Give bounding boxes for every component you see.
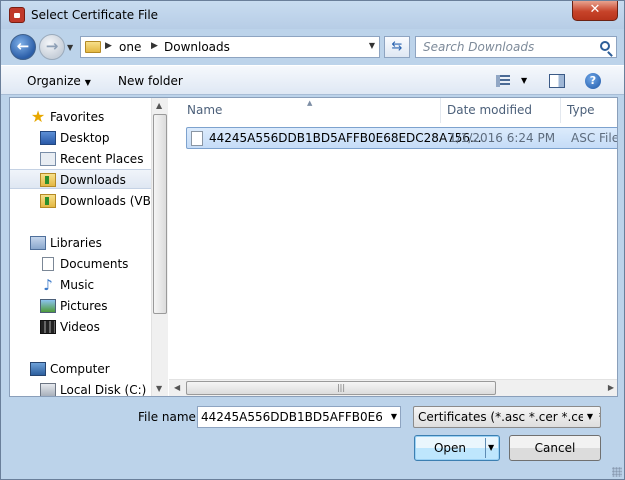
documents-icon: [42, 257, 54, 271]
nav-documents[interactable]: Documents: [10, 254, 151, 274]
resize-grip[interactable]: [612, 467, 622, 477]
nav-recent-places[interactable]: Recent Places: [10, 149, 151, 169]
chevron-down-icon[interactable]: ▼: [488, 436, 494, 460]
file-list: ▲ Name Date modified Type 44245A556DDB1BD…: [169, 98, 618, 396]
navigation-bar: ← → ▼ ▶ one ▶ Downloads ▼ ⇆: [1, 31, 624, 63]
sort-up-icon: ▲: [307, 99, 313, 107]
search-icon[interactable]: [600, 41, 610, 51]
title-bar[interactable]: Select Certificate File ✕: [1, 1, 624, 29]
nav-favorites-label: Favorites: [50, 110, 105, 124]
file-date: 1/1/2016 6:24 PM: [449, 131, 556, 145]
pictures-icon: [40, 299, 56, 313]
open-button-label: Open: [433, 441, 467, 455]
star-icon: ★: [30, 107, 46, 126]
chevron-down-icon: ▼: [84, 78, 91, 87]
file-name-field[interactable]: [198, 407, 382, 427]
breadcrumb-separator-icon[interactable]: ▶: [151, 41, 158, 51]
chevron-down-icon[interactable]: ▼: [369, 41, 375, 50]
file-icon: [191, 131, 203, 146]
nav-pictures-label: Pictures: [60, 299, 108, 313]
libraries-icon: [30, 236, 46, 250]
dialog-window: Select Certificate File ✕ ← → ▼ ▶ one ▶ …: [0, 0, 625, 480]
breadcrumb-one[interactable]: one: [119, 40, 141, 54]
nav-libraries[interactable]: Libraries: [10, 233, 151, 253]
file-type: ASC File: [571, 131, 618, 145]
disk-icon: [40, 383, 56, 396]
file-name: 44245A556DDB1BD5AFFB0E68EDC28A756...: [209, 131, 482, 145]
forward-button[interactable]: →: [39, 34, 65, 60]
app-icon: [9, 7, 25, 23]
file-list-hscrollbar[interactable]: ◀ ||| ▶: [169, 379, 617, 396]
preview-pane-icon[interactable]: [549, 74, 565, 88]
computer-icon: [30, 362, 46, 376]
scroll-right-icon[interactable]: ▶: [608, 383, 614, 392]
search-input[interactable]: [416, 37, 592, 57]
folder-icon: [85, 41, 101, 53]
scroll-up-icon[interactable]: ▲: [156, 101, 162, 110]
nav-scrollbar[interactable]: ▲ ▼: [151, 98, 168, 396]
view-options-dropdown[interactable]: ▼: [521, 76, 527, 85]
help-icon[interactable]: ?: [585, 73, 601, 89]
navigation-pane: ★ Favorites Desktop Recent Places Downloa…: [10, 98, 151, 396]
scroll-down-icon[interactable]: ▼: [156, 384, 162, 393]
nav-computer-label: Computer: [50, 362, 110, 376]
file-type-filter-value: Certificates (*.asc *.cer *.cert *.c: [418, 410, 601, 424]
file-list-scroll-thumb[interactable]: |||: [186, 381, 496, 395]
nav-downloads-label: Downloads: [60, 173, 126, 187]
nav-recent-places-label: Recent Places: [60, 152, 144, 166]
chevron-down-icon[interactable]: ▼: [583, 407, 597, 427]
new-folder-button[interactable]: New folder: [118, 74, 183, 88]
organize-button[interactable]: Organize ▼: [27, 74, 91, 88]
nav-desktop-label: Desktop: [60, 131, 110, 145]
refresh-button[interactable]: ⇆: [384, 36, 410, 58]
nav-local-disk[interactable]: Local Disk (C:): [10, 380, 151, 396]
nav-music-label: Music: [60, 278, 95, 292]
open-button[interactable]: Open ▼: [414, 435, 500, 461]
file-type-filter[interactable]: Certificates (*.asc *.cer *.cert *.c ▼: [413, 406, 601, 428]
column-header-type[interactable]: Type: [561, 98, 617, 123]
nav-libraries-label: Libraries: [50, 236, 102, 250]
nav-local-disk-label: Local Disk (C:): [60, 383, 147, 396]
chevron-down-icon[interactable]: ▼: [391, 412, 397, 421]
nav-computer[interactable]: Computer: [10, 359, 151, 379]
breadcrumb-separator-icon[interactable]: ▶: [105, 41, 112, 51]
column-header-name[interactable]: ▲ Name: [169, 98, 441, 123]
nav-pictures[interactable]: Pictures: [10, 296, 151, 316]
nav-downloads-vbox[interactable]: Downloads (VBOX): [10, 191, 151, 211]
nav-desktop[interactable]: Desktop: [10, 128, 151, 148]
organize-label: Organize: [27, 74, 81, 88]
split-divider: [485, 438, 486, 458]
column-name-label: Name: [187, 103, 223, 117]
window-title: Select Certificate File: [31, 8, 159, 22]
nav-favorites[interactable]: ★ Favorites: [10, 107, 151, 127]
file-name-combo[interactable]: ▼: [197, 406, 401, 428]
downloads-folder-icon: [40, 194, 56, 208]
command-toolbar: Organize ▼ New folder ▼ ?: [1, 65, 624, 95]
desktop-icon: [40, 131, 56, 145]
search-box[interactable]: [415, 36, 617, 58]
videos-icon: [40, 320, 56, 334]
recent-locations-dropdown[interactable]: ▼: [67, 43, 73, 52]
column-header-date[interactable]: Date modified: [441, 98, 561, 123]
nav-documents-label: Documents: [60, 257, 129, 271]
address-bar[interactable]: ▶ one ▶ Downloads ▼: [80, 36, 380, 58]
downloads-folder-icon: [40, 173, 56, 187]
recent-places-icon: [40, 152, 56, 166]
music-icon: ♪: [43, 276, 53, 294]
nav-downloads[interactable]: Downloads: [10, 169, 151, 189]
cancel-button[interactable]: Cancel: [509, 435, 601, 461]
close-button[interactable]: ✕: [572, 1, 618, 21]
nav-downloads-vbox-label: Downloads (VBOX): [60, 194, 151, 208]
file-row[interactable]: 44245A556DDB1BD5AFFB0E68EDC28A756... 1/1…: [186, 127, 618, 149]
back-button[interactable]: ←: [10, 34, 36, 60]
nav-music[interactable]: ♪ Music: [10, 275, 151, 295]
change-view-icon[interactable]: [496, 75, 510, 87]
nav-scroll-thumb[interactable]: [153, 114, 167, 314]
nav-videos[interactable]: Videos: [10, 317, 151, 337]
file-name-label: File name:: [138, 410, 200, 424]
scroll-left-icon[interactable]: ◀: [174, 383, 180, 392]
nav-videos-label: Videos: [60, 320, 100, 334]
breadcrumb-downloads[interactable]: Downloads: [164, 40, 230, 54]
browser-area: ★ Favorites Desktop Recent Places Downloa…: [9, 97, 618, 397]
